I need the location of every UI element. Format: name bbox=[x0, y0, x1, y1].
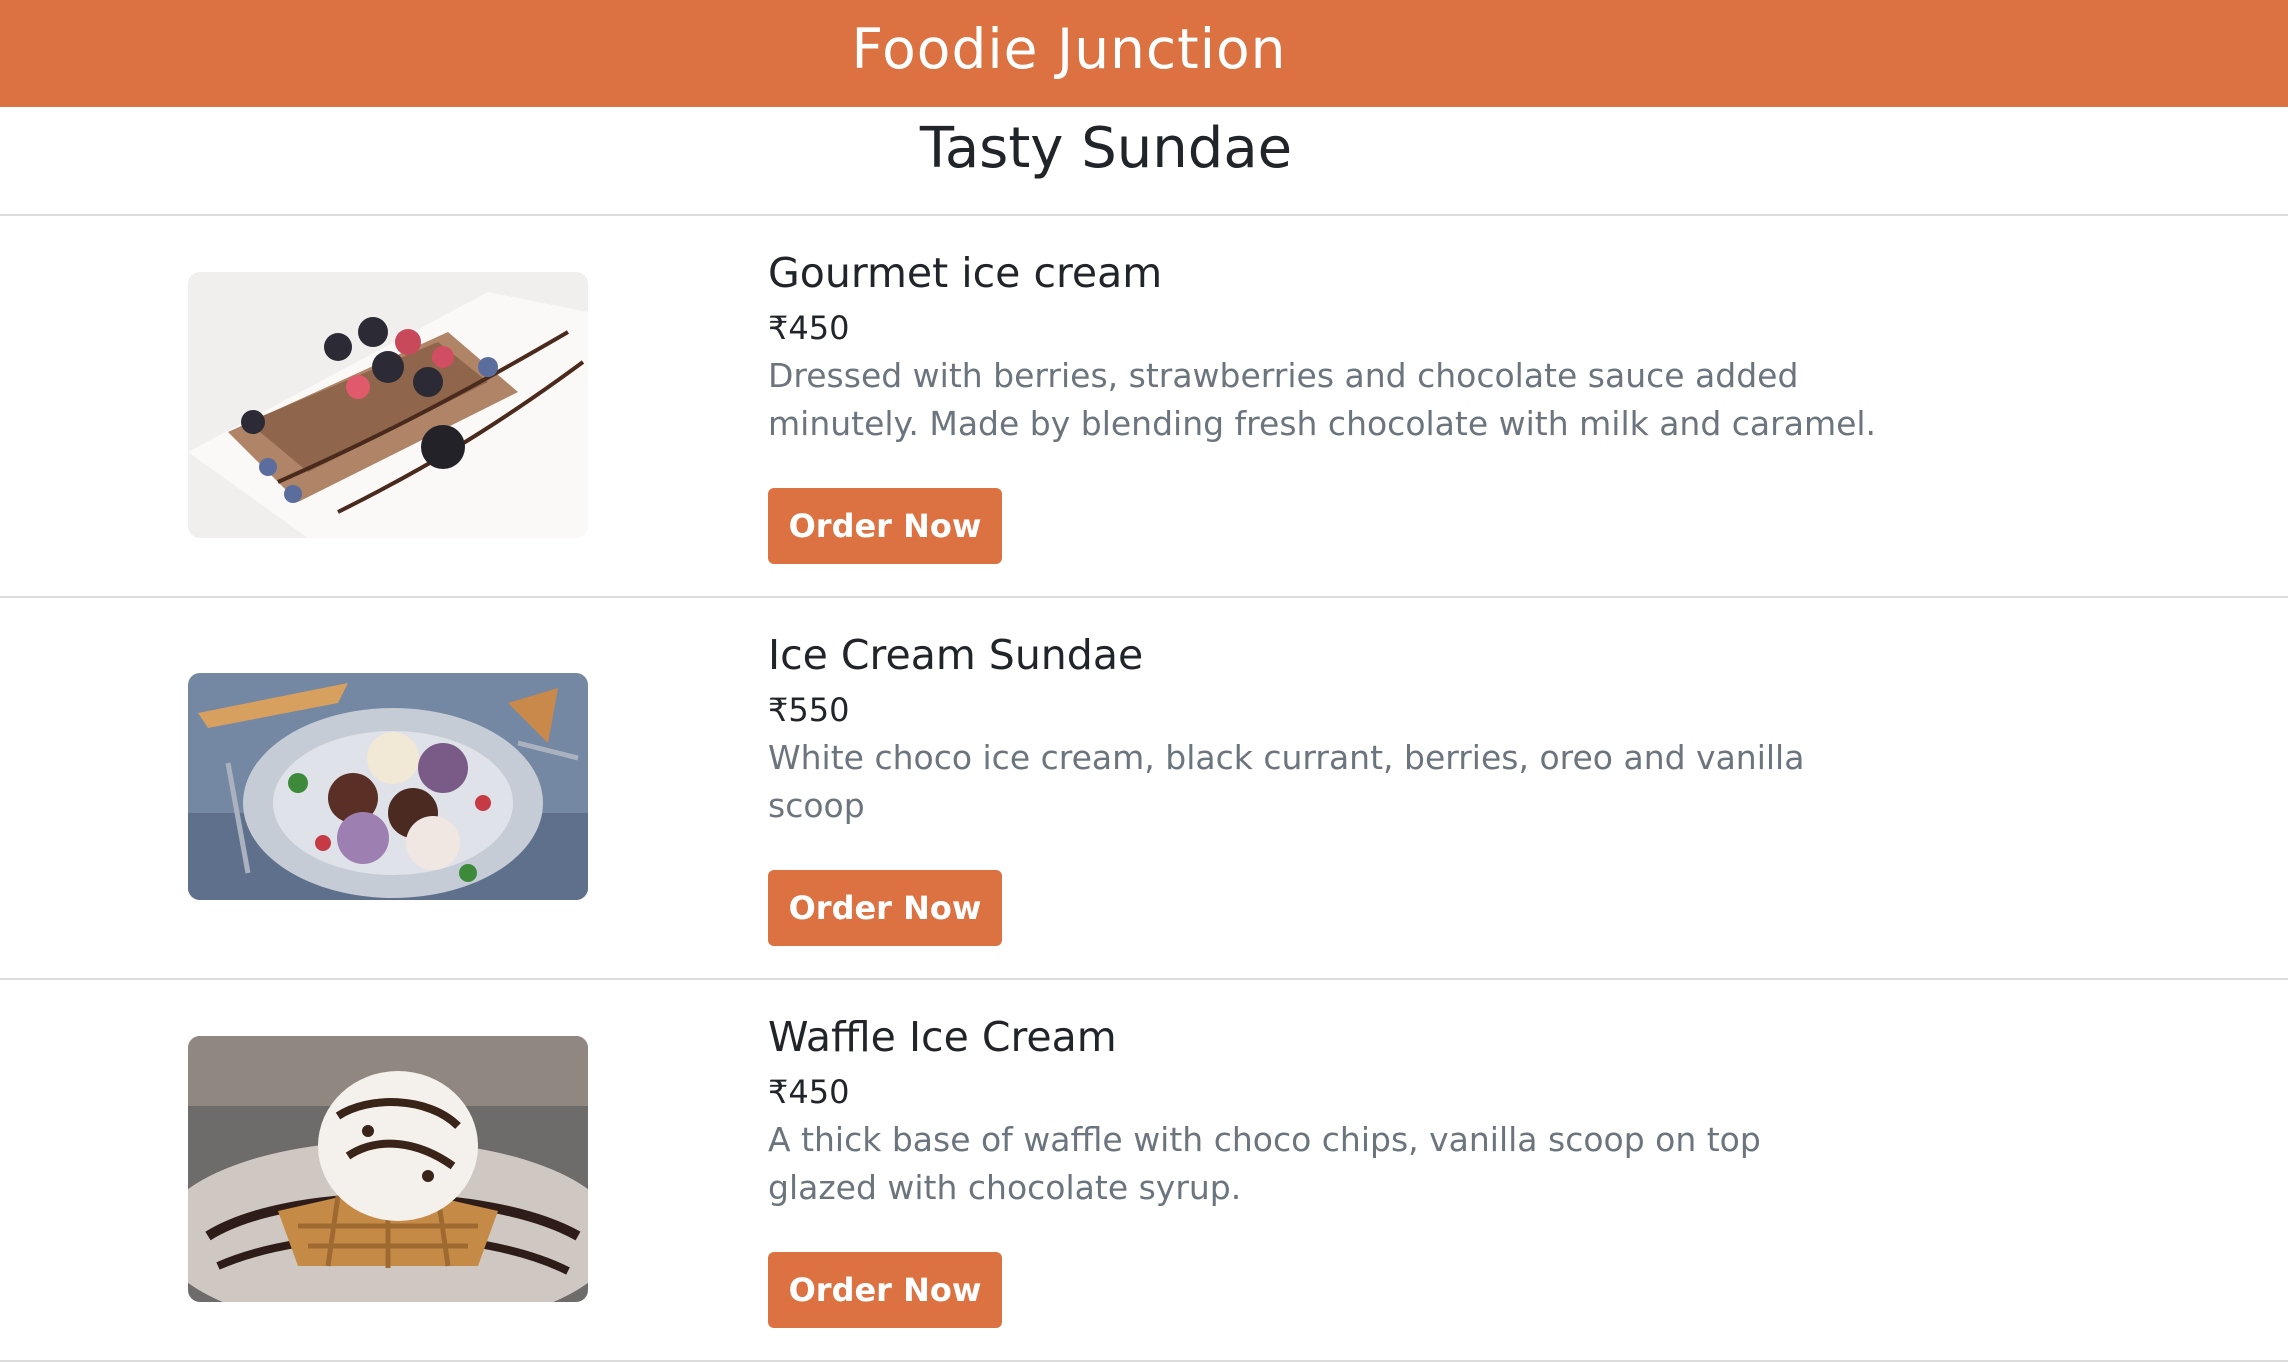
page-title: Tasty Sundae bbox=[919, 116, 1293, 181]
item-price: ₹450 bbox=[768, 1073, 850, 1111]
menu-item: Waffle Ice Cream ₹450 A thick base of wa… bbox=[0, 980, 2288, 1359]
item-price: ₹550 bbox=[768, 691, 850, 729]
menu-item: Ice Cream Sundae ₹550 White choco ice cr… bbox=[0, 598, 2288, 977]
item-title: Ice Cream Sundae bbox=[768, 631, 1144, 679]
item-description: White choco ice cream, black currant, be… bbox=[768, 738, 1805, 825]
menu-item: Gourmet ice cream ₹450 Dressed with berr… bbox=[0, 216, 2288, 595]
header-bar: Foodie Junction bbox=[0, 0, 2288, 107]
item-description: Dressed with berries, strawberries and c… bbox=[768, 356, 1877, 443]
item-title: Waffle Ice Cream bbox=[768, 1013, 1117, 1061]
item-title: Gourmet ice cream bbox=[768, 249, 1163, 297]
waffle-ice-cream-photo bbox=[188, 1036, 588, 1302]
item-info: Ice Cream Sundae ₹550 White choco ice cr… bbox=[768, 628, 1878, 968]
item-price: ₹450 bbox=[768, 309, 850, 347]
gourmet-ice-cream-photo bbox=[188, 272, 588, 538]
order-now-button[interactable]: Order Now bbox=[768, 1252, 1002, 1328]
order-now-button[interactable]: Order Now bbox=[768, 488, 1002, 564]
brand-title[interactable]: Foodie Junction bbox=[0, 0, 2138, 98]
item-info: Gourmet ice cream ₹450 Dressed with berr… bbox=[768, 246, 1878, 586]
item-info: Waffle Ice Cream ₹450 A thick base of wa… bbox=[768, 1010, 1878, 1350]
ice-cream-sundae-photo bbox=[188, 673, 588, 900]
item-description: A thick base of waffle with choco chips,… bbox=[768, 1120, 1761, 1207]
order-now-button[interactable]: Order Now bbox=[768, 870, 1002, 946]
